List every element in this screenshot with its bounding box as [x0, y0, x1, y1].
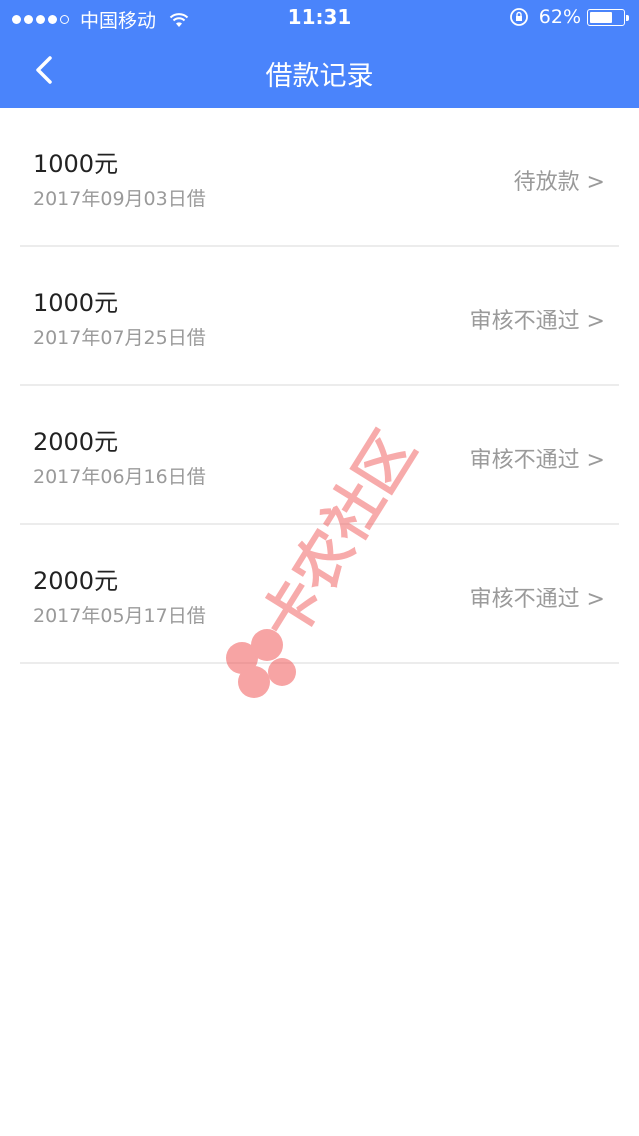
loan-status: 审核不通过 >	[469, 309, 605, 334]
loan-record-row[interactable]: 1000元 2017年09月03日借 待放款 >	[20, 108, 619, 247]
battery-percentage: 62%	[538, 6, 581, 28]
loan-amount: 1000元	[33, 289, 119, 317]
loan-date: 2017年05月17日借	[33, 605, 206, 627]
loan-record-list: 1000元 2017年09月03日借 待放款 > 1000元 2017年07月2…	[0, 108, 639, 664]
page-title: 借款记录	[265, 61, 374, 92]
loan-record-row[interactable]: 2000元 2017年06月16日借 审核不通过 >	[20, 386, 619, 525]
loan-date: 2017年07月25日借	[33, 327, 206, 349]
battery-icon	[587, 8, 629, 26]
loan-status: 审核不通过 >	[469, 587, 605, 612]
loan-status: 待放款 >	[513, 170, 605, 195]
loan-amount: 2000元	[33, 567, 119, 595]
app-header: 中国移动 11:31 62% 借款记录	[0, 0, 639, 108]
loan-date: 2017年06月16日借	[33, 466, 206, 488]
rotation-lock-icon	[509, 8, 528, 26]
loan-status: 审核不通过 >	[469, 448, 605, 473]
loan-amount: 2000元	[33, 428, 119, 456]
loan-date: 2017年09月03日借	[33, 188, 206, 210]
status-bar: 中国移动 11:31 62%	[0, 0, 639, 36]
status-bar-right: 62%	[509, 6, 629, 28]
navigation-bar: 借款记录	[0, 36, 639, 108]
loan-record-row[interactable]: 2000元 2017年05月17日借 审核不通过 >	[20, 525, 619, 664]
loan-record-row[interactable]: 1000元 2017年07月25日借 审核不通过 >	[20, 247, 619, 386]
loan-amount: 1000元	[33, 150, 119, 178]
